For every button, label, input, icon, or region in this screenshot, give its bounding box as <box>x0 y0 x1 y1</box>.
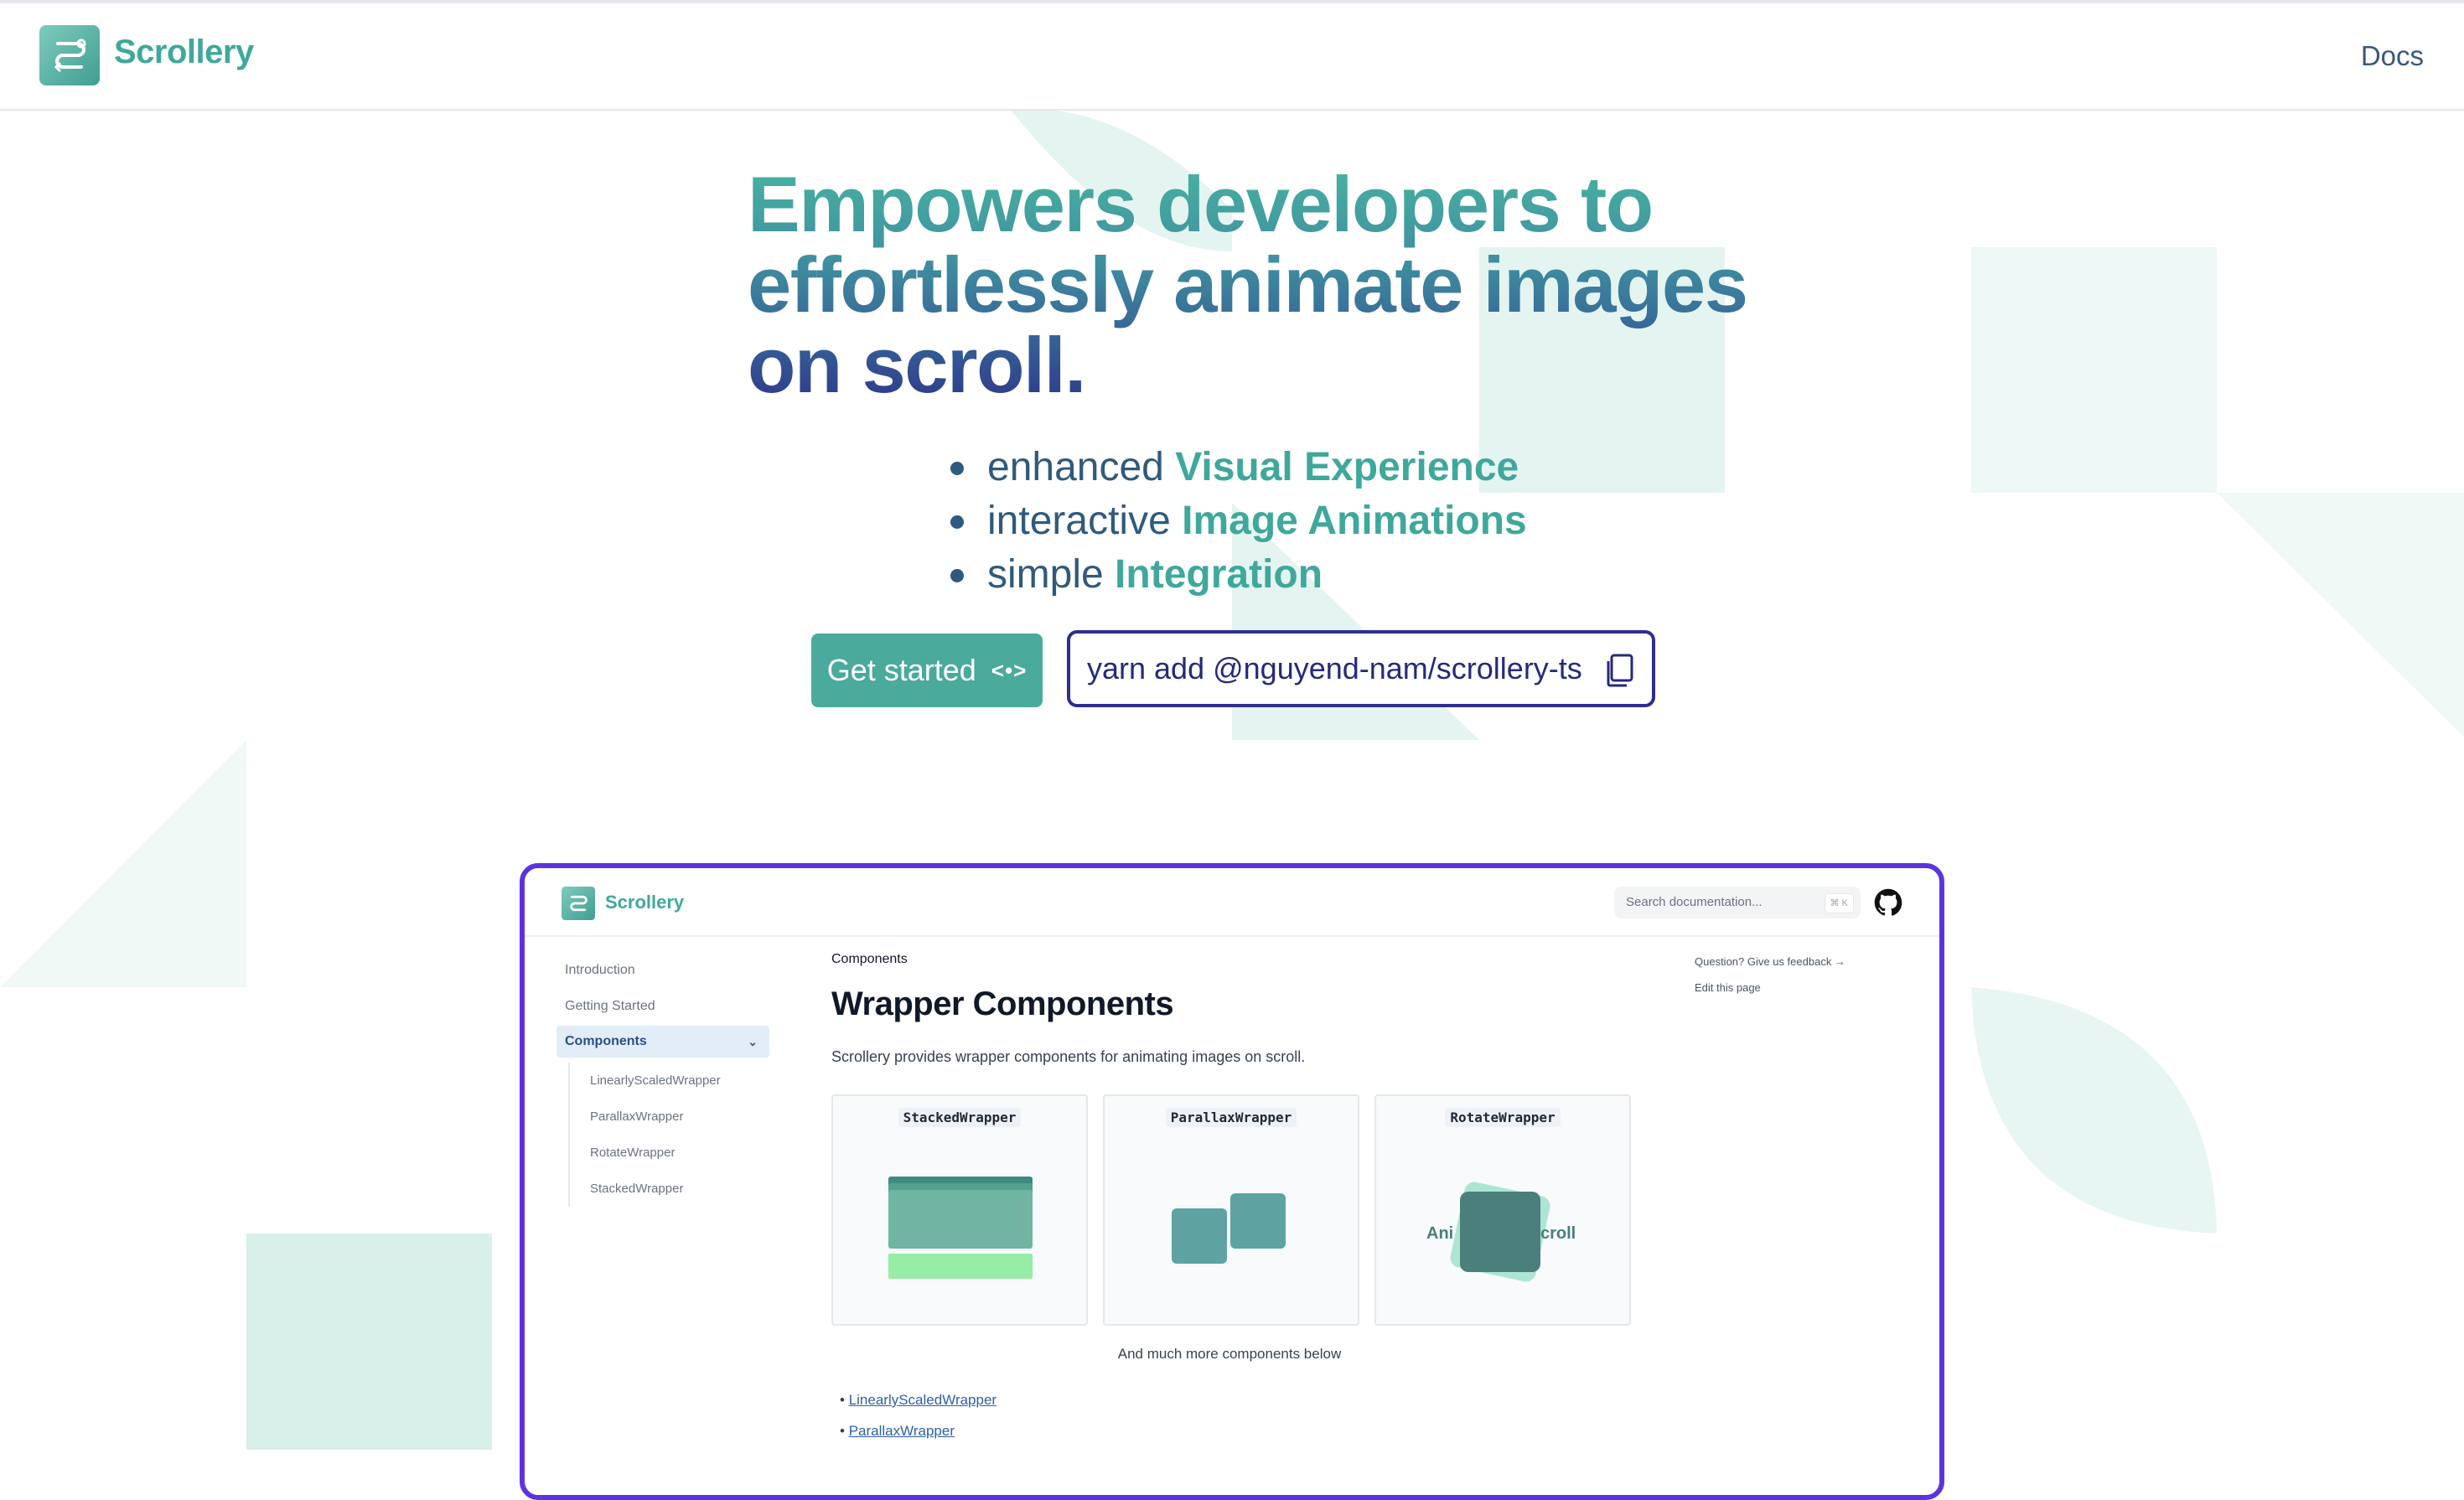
nav-docs-link[interactable]: Docs <box>2361 40 2424 72</box>
preview-brand-name[interactable]: Scrollery <box>605 892 684 913</box>
stacked-illustration <box>888 1177 1033 1279</box>
brand-name[interactable]: Scrollery <box>114 34 254 71</box>
preview-sidebar: Introduction Getting Started Components … <box>556 952 771 1207</box>
preview-header: Scrollery Search documentation... ⌘ K <box>525 868 1939 937</box>
list-item: • LinearlyScaledWrapper <box>840 1392 997 1408</box>
bullet-icon <box>950 515 964 529</box>
sidebar-subnav: LinearlyScaledWrapper ParallaxWrapper Ro… <box>568 1063 771 1207</box>
deco-triangle-left <box>0 740 246 987</box>
feature-list: enhanced Visual Experience interactive I… <box>947 441 1527 602</box>
feature-item: simple Integration <box>947 548 1527 602</box>
sidebar-subitem[interactable]: ParallaxWrapper <box>587 1099 771 1135</box>
link-linearly-scaled-wrapper[interactable]: LinearlyScaledWrapper <box>849 1392 996 1408</box>
feature-item: enhanced Visual Experience <box>947 441 1527 494</box>
rotate-demo-text-left: Ani <box>1426 1224 1453 1243</box>
bullet-icon <box>950 569 964 582</box>
card-parallax-wrapper: ParallaxWrapper <box>1103 1094 1359 1326</box>
breadcrumb[interactable]: Components <box>831 952 1628 967</box>
get-started-button[interactable]: Get started <•> <box>811 634 1043 707</box>
preview-logo-icon[interactable] <box>562 887 595 920</box>
deco-square-bottom-left <box>246 1234 492 1450</box>
link-parallax-wrapper[interactable]: ParallaxWrapper <box>849 1423 955 1439</box>
scrollery-logo-icon[interactable] <box>39 25 100 85</box>
sidebar-item-getting-started[interactable]: Getting Started <box>562 988 771 1024</box>
sidebar-item-components[interactable]: Components ⌄ <box>556 1026 769 1058</box>
chevron-down-icon: ⌄ <box>748 1035 758 1048</box>
preview-main: Components Wrapper Components Scrollery … <box>831 952 1631 1439</box>
rotate-demo-text-right: croll <box>1540 1224 1576 1243</box>
github-icon[interactable] <box>1874 888 1902 917</box>
preview-search-placeholder: Search documentation... <box>1626 895 1763 909</box>
hero-title: Empowers developers to effortlessly anim… <box>748 164 1753 406</box>
deco-triangle-right <box>2217 493 2464 737</box>
bullet-icon <box>950 462 964 475</box>
get-started-label: Get started <box>826 653 976 687</box>
page-description: Scrollery provides wrapper components fo… <box>831 1048 1306 1065</box>
edit-page-link[interactable]: Edit this page <box>1695 981 1896 994</box>
install-command-text: yarn add @nguyend-nam/scrollery-ts <box>1087 651 1582 685</box>
sidebar-item-introduction[interactable]: Introduction <box>562 952 771 988</box>
search-shortcut-badge: ⌘ K <box>1824 893 1854 913</box>
card-stacked-wrapper: StackedWrapper <box>831 1094 1088 1326</box>
docs-preview-frame: Scrollery Search documentation... ⌘ K In… <box>520 863 1944 1500</box>
list-item: • ParallaxWrapper <box>840 1423 955 1439</box>
rotate-illustration: Ani croll <box>1426 1182 1576 1282</box>
page-title: Wrapper Components <box>831 985 1174 1022</box>
more-components-text: And much more components below <box>1117 1346 1342 1362</box>
feature-item: interactive Image Animations <box>947 494 1527 548</box>
deco-leaf-right <box>1971 987 2217 1234</box>
deco-square-right <box>1971 247 2217 493</box>
sidebar-subitem[interactable]: StackedWrapper <box>587 1171 771 1207</box>
copy-icon[interactable] <box>1605 654 1633 687</box>
sidebar-subitem[interactable]: LinearlyScaledWrapper <box>587 1063 771 1099</box>
card-rotate-wrapper: RotateWrapper Ani croll <box>1374 1094 1631 1326</box>
preview-aside: Question? Give us feedback → Edit this p… <box>1695 955 1896 1007</box>
parallax-illustration <box>1172 1193 1286 1264</box>
install-command-box[interactable]: yarn add @nguyend-nam/scrollery-ts <box>1067 630 1655 707</box>
preview-search-input[interactable]: Search documentation... ⌘ K <box>1614 887 1861 918</box>
sidebar-subitem[interactable]: RotateWrapper <box>587 1135 771 1171</box>
feedback-link[interactable]: Question? Give us feedback → <box>1695 955 1896 968</box>
component-links: • LinearlyScaledWrapper • ParallaxWrappe… <box>840 1384 996 1446</box>
code-icon: <•> <box>991 657 1028 683</box>
component-cards: StackedWrapper ParallaxWrapper RotateWra… <box>831 1094 1631 1329</box>
navbar: Scrollery Docs <box>0 3 2464 111</box>
